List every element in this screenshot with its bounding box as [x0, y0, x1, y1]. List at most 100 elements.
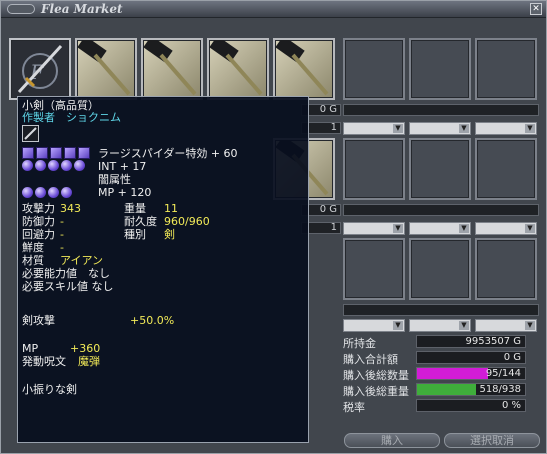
sword-icon: F [17, 44, 63, 94]
sword-attack-label: 剣攻撃 [22, 314, 55, 327]
enchant-orb-icon [35, 187, 46, 198]
mp-label: MP [22, 342, 39, 355]
item-slot-empty[interactable] [343, 38, 405, 100]
item-slot-empty[interactable] [409, 38, 471, 100]
quantity-select[interactable]: ▼ [475, 122, 537, 135]
window-title: Flea Market [41, 2, 123, 16]
summary-value: 9953507 G [416, 335, 526, 348]
enchant-line: MP + 120 [98, 186, 152, 199]
quantity-select[interactable]: ▼ [409, 319, 471, 332]
summary-value: 0 % [416, 399, 526, 412]
quantity-select[interactable]: ▼ [343, 319, 405, 332]
buy-button[interactable]: 購入 [344, 433, 440, 448]
item-slot-empty[interactable] [475, 238, 537, 300]
summary-label: 購入後総重量 [343, 385, 409, 398]
purchase-summary: 所持金 9953507 G 購入合計額 0 G 購入後総数量 95/144 購入… [341, 334, 541, 414]
quantity-select[interactable]: ▼ [343, 222, 405, 235]
enchant-orb-icon [74, 160, 85, 171]
enchant-gem-icon [50, 147, 62, 159]
mp-value: +360 [70, 342, 101, 355]
stat-label: 種別 [124, 228, 146, 241]
enchant-orb-icon [22, 160, 33, 171]
capacity-bar: 95/144 [416, 367, 526, 380]
stat-label: 耐久度 [124, 215, 157, 228]
stat-value: 11 [164, 202, 178, 215]
summary-value: 518/938 [479, 384, 521, 395]
enchant-line: 闇属性 [98, 173, 131, 186]
enchant-orb-icon [48, 160, 59, 171]
item-slot-empty[interactable] [475, 138, 537, 200]
required-ability: 必要能力値 なし [22, 267, 110, 280]
enchant-gems [22, 147, 92, 159]
enchant-line: ラージスパイダー特効 + 60 [98, 147, 238, 160]
enchant-gem-icon [78, 147, 90, 159]
enchant-gem-icon [36, 147, 48, 159]
weight-bar-fill [417, 384, 477, 395]
chevron-down-icon: ▼ [525, 124, 535, 133]
spell-label: 発動呪文 [22, 355, 66, 368]
quantity-select[interactable]: ▼ [409, 122, 471, 135]
summary-row-tax: 税率 0 % [341, 398, 541, 414]
summary-row-count: 購入後総数量 95/144 [341, 366, 541, 382]
item-slot-hammer[interactable] [75, 38, 137, 100]
stat-value: - [60, 228, 64, 241]
item-slot-hammer[interactable] [273, 38, 335, 100]
price-field [343, 304, 539, 316]
enchant-orb-icon [61, 187, 72, 198]
stat-value: - [60, 215, 64, 228]
sword-icon [22, 125, 39, 142]
stat-label: 回避力 [22, 228, 55, 241]
chevron-down-icon: ▼ [459, 224, 469, 233]
item-slot-empty[interactable] [409, 238, 471, 300]
item-slot-hammer[interactable] [141, 38, 203, 100]
summary-value: 95/144 [485, 368, 521, 379]
item-tooltip: 小剣（高品質） 作製者 ショクニム ラージスパイダー特効 + 60 INT + … [17, 96, 309, 443]
enchant-orb-icon [22, 187, 33, 198]
summary-row-money: 所持金 9953507 G [341, 334, 541, 350]
maker-label: 作製者 [22, 111, 55, 124]
price-field [343, 204, 539, 216]
enchant-orb-icon [61, 160, 72, 171]
hammer-icon [143, 40, 197, 96]
chevron-down-icon: ▼ [393, 224, 403, 233]
quantity-select[interactable]: ▼ [475, 222, 537, 235]
summary-label: 購入後総数量 [343, 369, 409, 382]
summary-row-weight: 購入後総重量 518/938 [341, 382, 541, 398]
material-label: 材質 [22, 254, 44, 267]
enchant-orb-icon [48, 187, 59, 198]
enchant-gem-icon [22, 147, 34, 159]
chevron-down-icon: ▼ [459, 321, 469, 330]
maker-name: ショクニム [66, 111, 121, 124]
required-skill: 必要スキル値 なし [22, 280, 114, 293]
item-slot-empty[interactable] [343, 238, 405, 300]
item-description: 小振りな剣 [22, 383, 77, 396]
summary-label: 所持金 [343, 337, 376, 350]
stat-value: - [60, 241, 64, 254]
item-slot-empty[interactable] [475, 38, 537, 100]
enchant-gem-icon [64, 147, 76, 159]
summary-row-total: 購入合計額 0 G [341, 350, 541, 366]
stat-label: 防御力 [22, 215, 55, 228]
chevron-down-icon: ▼ [459, 124, 469, 133]
item-slot-empty[interactable] [409, 138, 471, 200]
quantity-select[interactable]: ▼ [343, 122, 405, 135]
item-slot-sword[interactable]: F [9, 38, 71, 100]
quantity-select[interactable]: ▼ [409, 222, 471, 235]
enchant-orbs [22, 160, 87, 172]
close-icon[interactable]: ✕ [530, 3, 542, 15]
chevron-down-icon: ▼ [525, 321, 535, 330]
stat-value: 960/960 [164, 215, 210, 228]
item-slot-empty[interactable] [343, 138, 405, 200]
quantity-select[interactable]: ▼ [475, 319, 537, 332]
sword-attack-value: +50.0% [130, 314, 175, 327]
cancel-selection-button[interactable]: 選択取消 [444, 433, 540, 448]
summary-label: 購入合計額 [343, 353, 398, 366]
title-bar[interactable]: Flea Market ✕ [1, 1, 546, 18]
price-field [343, 104, 539, 116]
stat-label: 鮮度 [22, 241, 44, 254]
enchant-orbs [22, 187, 74, 199]
chevron-down-icon: ▼ [525, 224, 535, 233]
item-slot-hammer[interactable] [207, 38, 269, 100]
hammer-icon [77, 40, 131, 96]
hammer-icon [275, 40, 329, 96]
